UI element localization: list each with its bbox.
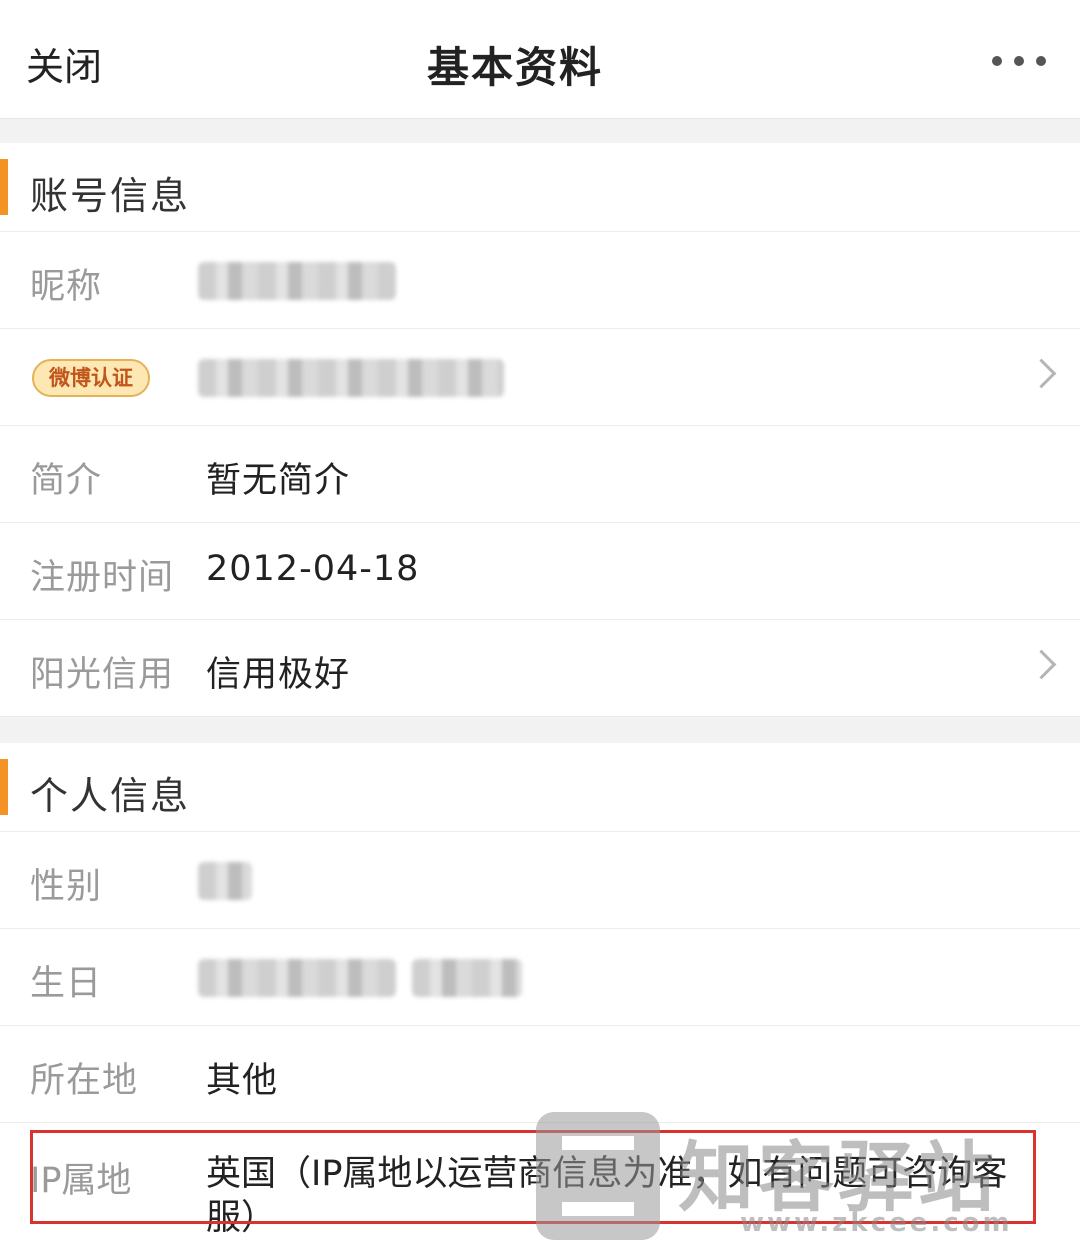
row-sunshine-credit[interactable]: 阳光信用 信用极好 bbox=[0, 620, 1080, 717]
verification-blurred-value bbox=[198, 359, 504, 397]
nickname-blurred-value bbox=[198, 262, 396, 300]
nickname-label: 昵称 bbox=[30, 267, 103, 307]
section-title: 账号信息 bbox=[30, 174, 191, 218]
gender-blurred-value bbox=[198, 862, 252, 900]
row-bio: 简介 暂无简介 bbox=[0, 426, 1080, 523]
credit-value: 信用极好 bbox=[206, 655, 351, 695]
location-value: 其他 bbox=[206, 1061, 279, 1101]
section-gap bbox=[0, 717, 1080, 743]
register-time-label: 注册时间 bbox=[30, 558, 175, 598]
accent-bar bbox=[0, 159, 8, 215]
row-verification[interactable]: 微博认证 bbox=[0, 329, 1080, 426]
credit-label: 阳光信用 bbox=[30, 655, 175, 695]
gender-label: 性别 bbox=[30, 867, 103, 907]
birthday-label: 生日 bbox=[30, 964, 103, 1004]
section-gap bbox=[0, 119, 1080, 143]
row-register-time: 注册时间 2012-04-18 bbox=[0, 523, 1080, 620]
chevron-right-icon bbox=[1026, 358, 1057, 389]
watermark-url: www.zkcee.com bbox=[740, 1208, 1013, 1238]
birthday-blurred-value bbox=[198, 959, 396, 997]
section-header-personal: 个人信息 bbox=[0, 743, 1080, 832]
zodiac-blurred-value bbox=[412, 959, 522, 997]
section-header-account: 账号信息 bbox=[0, 143, 1080, 232]
watermark-logo-icon bbox=[536, 1112, 660, 1240]
bio-value: 暂无简介 bbox=[206, 461, 351, 501]
page-title: 基本资料 bbox=[426, 43, 603, 92]
location-label: 所在地 bbox=[30, 1061, 139, 1101]
register-time-value: 2012-04-18 bbox=[206, 549, 420, 589]
weibo-verify-badge: 微博认证 bbox=[32, 359, 150, 397]
chevron-right-icon bbox=[1026, 649, 1057, 680]
bio-label: 简介 bbox=[30, 461, 103, 501]
top-nav-bar: 关闭 基本资料 bbox=[0, 0, 1080, 119]
row-gender: 性别 bbox=[0, 832, 1080, 929]
accent-bar bbox=[0, 759, 8, 815]
watermark: 知客驿站 www.zkcee.com bbox=[536, 1108, 1076, 1248]
more-dots-icon[interactable] bbox=[992, 52, 1046, 70]
section-title: 个人信息 bbox=[30, 774, 191, 818]
row-nickname: 昵称 bbox=[0, 232, 1080, 329]
row-birthday: 生日 bbox=[0, 929, 1080, 1026]
